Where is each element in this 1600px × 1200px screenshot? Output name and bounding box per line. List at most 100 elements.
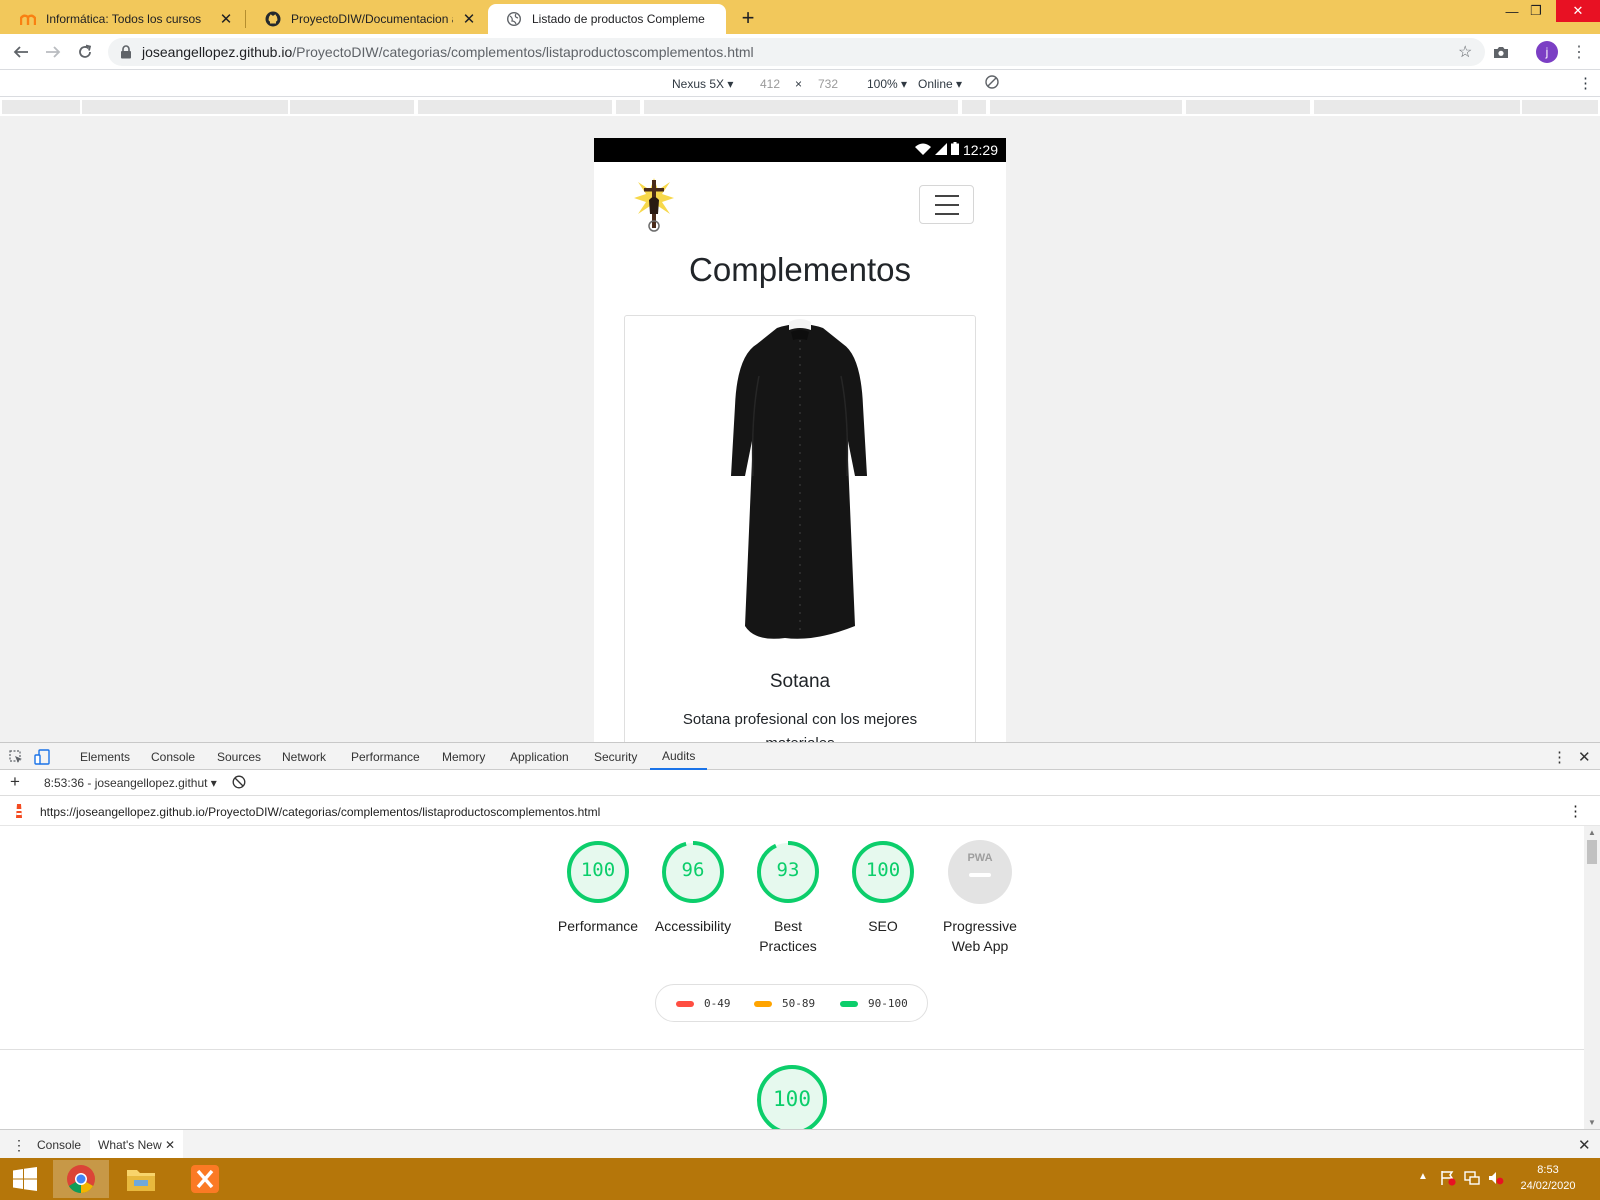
new-tab-button[interactable]: + (736, 5, 760, 31)
taskbar-chrome[interactable] (53, 1160, 109, 1198)
forward-arrow-icon (46, 46, 61, 58)
media-query-segment[interactable] (418, 100, 612, 114)
gauge-ring: 96 (660, 839, 726, 905)
tray-volume-icon[interactable] (1488, 1170, 1504, 1189)
score-legend: 0-49 50-89 90-100 (655, 984, 928, 1022)
drawer-tab-close-icon[interactable]: ✕ (165, 1138, 175, 1152)
gauge-label: Progressive Web App (943, 918, 1017, 954)
address-bar[interactable]: joseangellopez.github.io/ProyectoDIW/cat… (108, 38, 1485, 66)
tray-overflow-icon[interactable]: ▲ (1418, 1171, 1428, 1182)
taskbar-clock[interactable]: 8:53 24/02/2020 (1508, 1162, 1588, 1194)
zoom-select[interactable]: 100% ▾ (867, 77, 907, 91)
section-divider (0, 1049, 1584, 1050)
taskbar-xampp[interactable] (177, 1160, 233, 1198)
gauge-pwa[interactable]: PWA Progressive Web App (925, 839, 1035, 956)
site-logo[interactable] (632, 174, 676, 237)
media-query-segment[interactable] (82, 100, 288, 114)
scroll-up-arrow-icon[interactable]: ▲ (1588, 828, 1596, 837)
status-time: 12:29 (962, 142, 998, 158)
audit-menu-icon[interactable]: ⋮ (1568, 802, 1583, 820)
tab-audits[interactable]: Audits (650, 743, 708, 770)
new-audit-icon[interactable]: + (10, 772, 20, 792)
forward-button[interactable] (41, 40, 65, 64)
camera-icon[interactable] (1489, 40, 1513, 64)
device-select[interactable]: Nexus 5X ▾ (672, 77, 733, 91)
tab-elements[interactable]: Elements (80, 743, 130, 770)
media-query-segment[interactable] (962, 100, 986, 114)
product-image-cassock[interactable] (715, 316, 885, 648)
inspect-element-icon[interactable] (9, 743, 23, 770)
tab-close-icon[interactable]: ✕ (461, 10, 477, 28)
media-query-segment[interactable] (1314, 100, 1520, 114)
scroll-thumb[interactable] (1587, 840, 1597, 864)
tab-sources[interactable]: Sources (217, 743, 261, 770)
gauge-seo[interactable]: 100 SEO (835, 839, 931, 936)
browser-toolbar: joseangellopez.github.io/ProyectoDIW/cat… (0, 34, 1600, 70)
media-query-segment[interactable] (2, 100, 80, 114)
tab-informatica[interactable]: Informática: Todos los cursos ✕ (2, 4, 244, 34)
media-query-segment[interactable] (616, 100, 640, 114)
tab-memory[interactable]: Memory (442, 743, 485, 770)
tab-security[interactable]: Security (594, 743, 637, 770)
lock-icon[interactable] (120, 45, 132, 59)
drawer-tab-whats-new[interactable]: What's New ✕ (90, 1130, 184, 1160)
url-host: joseangellopez.github.io (142, 44, 293, 60)
report-selector[interactable]: 8:53:36 - joseangellopez.githut ▾ (44, 776, 217, 790)
gauge-performance[interactable]: 100 Performance (550, 839, 646, 936)
tab-listado-productos[interactable]: Listado de productos Compleme (488, 4, 726, 34)
xampp-icon (191, 1165, 219, 1193)
media-query-segment[interactable] (644, 100, 958, 114)
network-value: Online (918, 77, 953, 91)
scroll-down-arrow-icon[interactable]: ▼ (1588, 1118, 1596, 1127)
media-query-segment[interactable] (290, 100, 414, 114)
product-card[interactable]: Sotana Sotana profesional con los mejore… (624, 315, 976, 742)
tab-performance[interactable]: Performance (351, 743, 420, 770)
drawer-tab-console[interactable]: Console (37, 1138, 81, 1152)
gauge-score: 100 (773, 1087, 811, 1111)
audit-scrollbar[interactable]: ▲ ▼ (1584, 826, 1600, 1129)
media-query-segment[interactable] (1186, 100, 1310, 114)
audit-url[interactable]: https://joseangellopez.github.io/Proyect… (40, 805, 600, 819)
device-toolbar: Nexus 5X ▾ 412 × 732 100% ▾ Online ▾ ⋮ (0, 71, 1600, 97)
gauge-accessibility[interactable]: 96 Accessibility (645, 839, 741, 936)
taskbar-file-explorer[interactable] (113, 1160, 169, 1198)
audit-report: 100 Performance 96 Accessibility 93 Best… (0, 826, 1584, 1129)
viewport-height[interactable]: 732 (818, 77, 838, 91)
back-button[interactable] (9, 40, 33, 64)
tab-network[interactable]: Network (282, 743, 326, 770)
windows-taskbar: ▲ 8:53 24/02/2020 (0, 1158, 1600, 1200)
drawer-menu-icon[interactable]: ⋮ (12, 1137, 26, 1154)
signal-icon (934, 142, 947, 158)
legend-swatch (676, 1000, 694, 1007)
reload-button[interactable] (73, 40, 97, 64)
navbar-toggler-button[interactable] (919, 185, 974, 224)
media-query-segment[interactable] (1522, 100, 1598, 114)
drawer-close-icon[interactable]: ✕ (1578, 1136, 1591, 1154)
devtools-menu-icon[interactable]: ⋮ (1552, 743, 1567, 770)
rotate-icon[interactable] (985, 75, 999, 92)
tab-close-icon[interactable]: ✕ (218, 10, 234, 28)
chrome-menu-icon[interactable]: ⋮ (1567, 40, 1591, 64)
bookmark-star-icon[interactable]: ☆ (1458, 42, 1472, 62)
viewport-width[interactable]: 412 (760, 77, 780, 91)
clear-icon[interactable] (232, 775, 246, 792)
throttling-select[interactable]: Online ▾ (918, 77, 962, 91)
profile-avatar[interactable]: j (1536, 41, 1558, 63)
window-close-button[interactable]: ✕ (1556, 0, 1600, 22)
device-toolbar-menu-icon[interactable]: ⋮ (1578, 74, 1593, 92)
tray-action-center-icon[interactable] (1440, 1170, 1456, 1189)
clock-date: 24/02/2020 (1520, 1180, 1576, 1192)
gauge-best-practices[interactable]: 93 Best Practices (740, 839, 836, 956)
restore-button[interactable]: ❐ (1516, 0, 1556, 22)
media-query-bar[interactable] (0, 98, 1600, 116)
media-query-segment[interactable] (990, 100, 1182, 114)
devtools-close-icon[interactable]: ✕ (1578, 743, 1591, 770)
device-toggle-icon[interactable] (34, 743, 50, 770)
tray-network-icon[interactable] (1464, 1170, 1480, 1189)
gauge-performance-section[interactable]: 100 (756, 1064, 828, 1129)
start-button[interactable] (0, 1160, 50, 1198)
tab-console[interactable]: Console (151, 743, 195, 770)
devtools-panel: Elements Console Sources Network Perform… (0, 742, 1600, 1160)
tab-application[interactable]: Application (510, 743, 569, 770)
tab-proyectodiw[interactable]: ProyectoDIW/Documentacion at ✕ (247, 4, 487, 34)
